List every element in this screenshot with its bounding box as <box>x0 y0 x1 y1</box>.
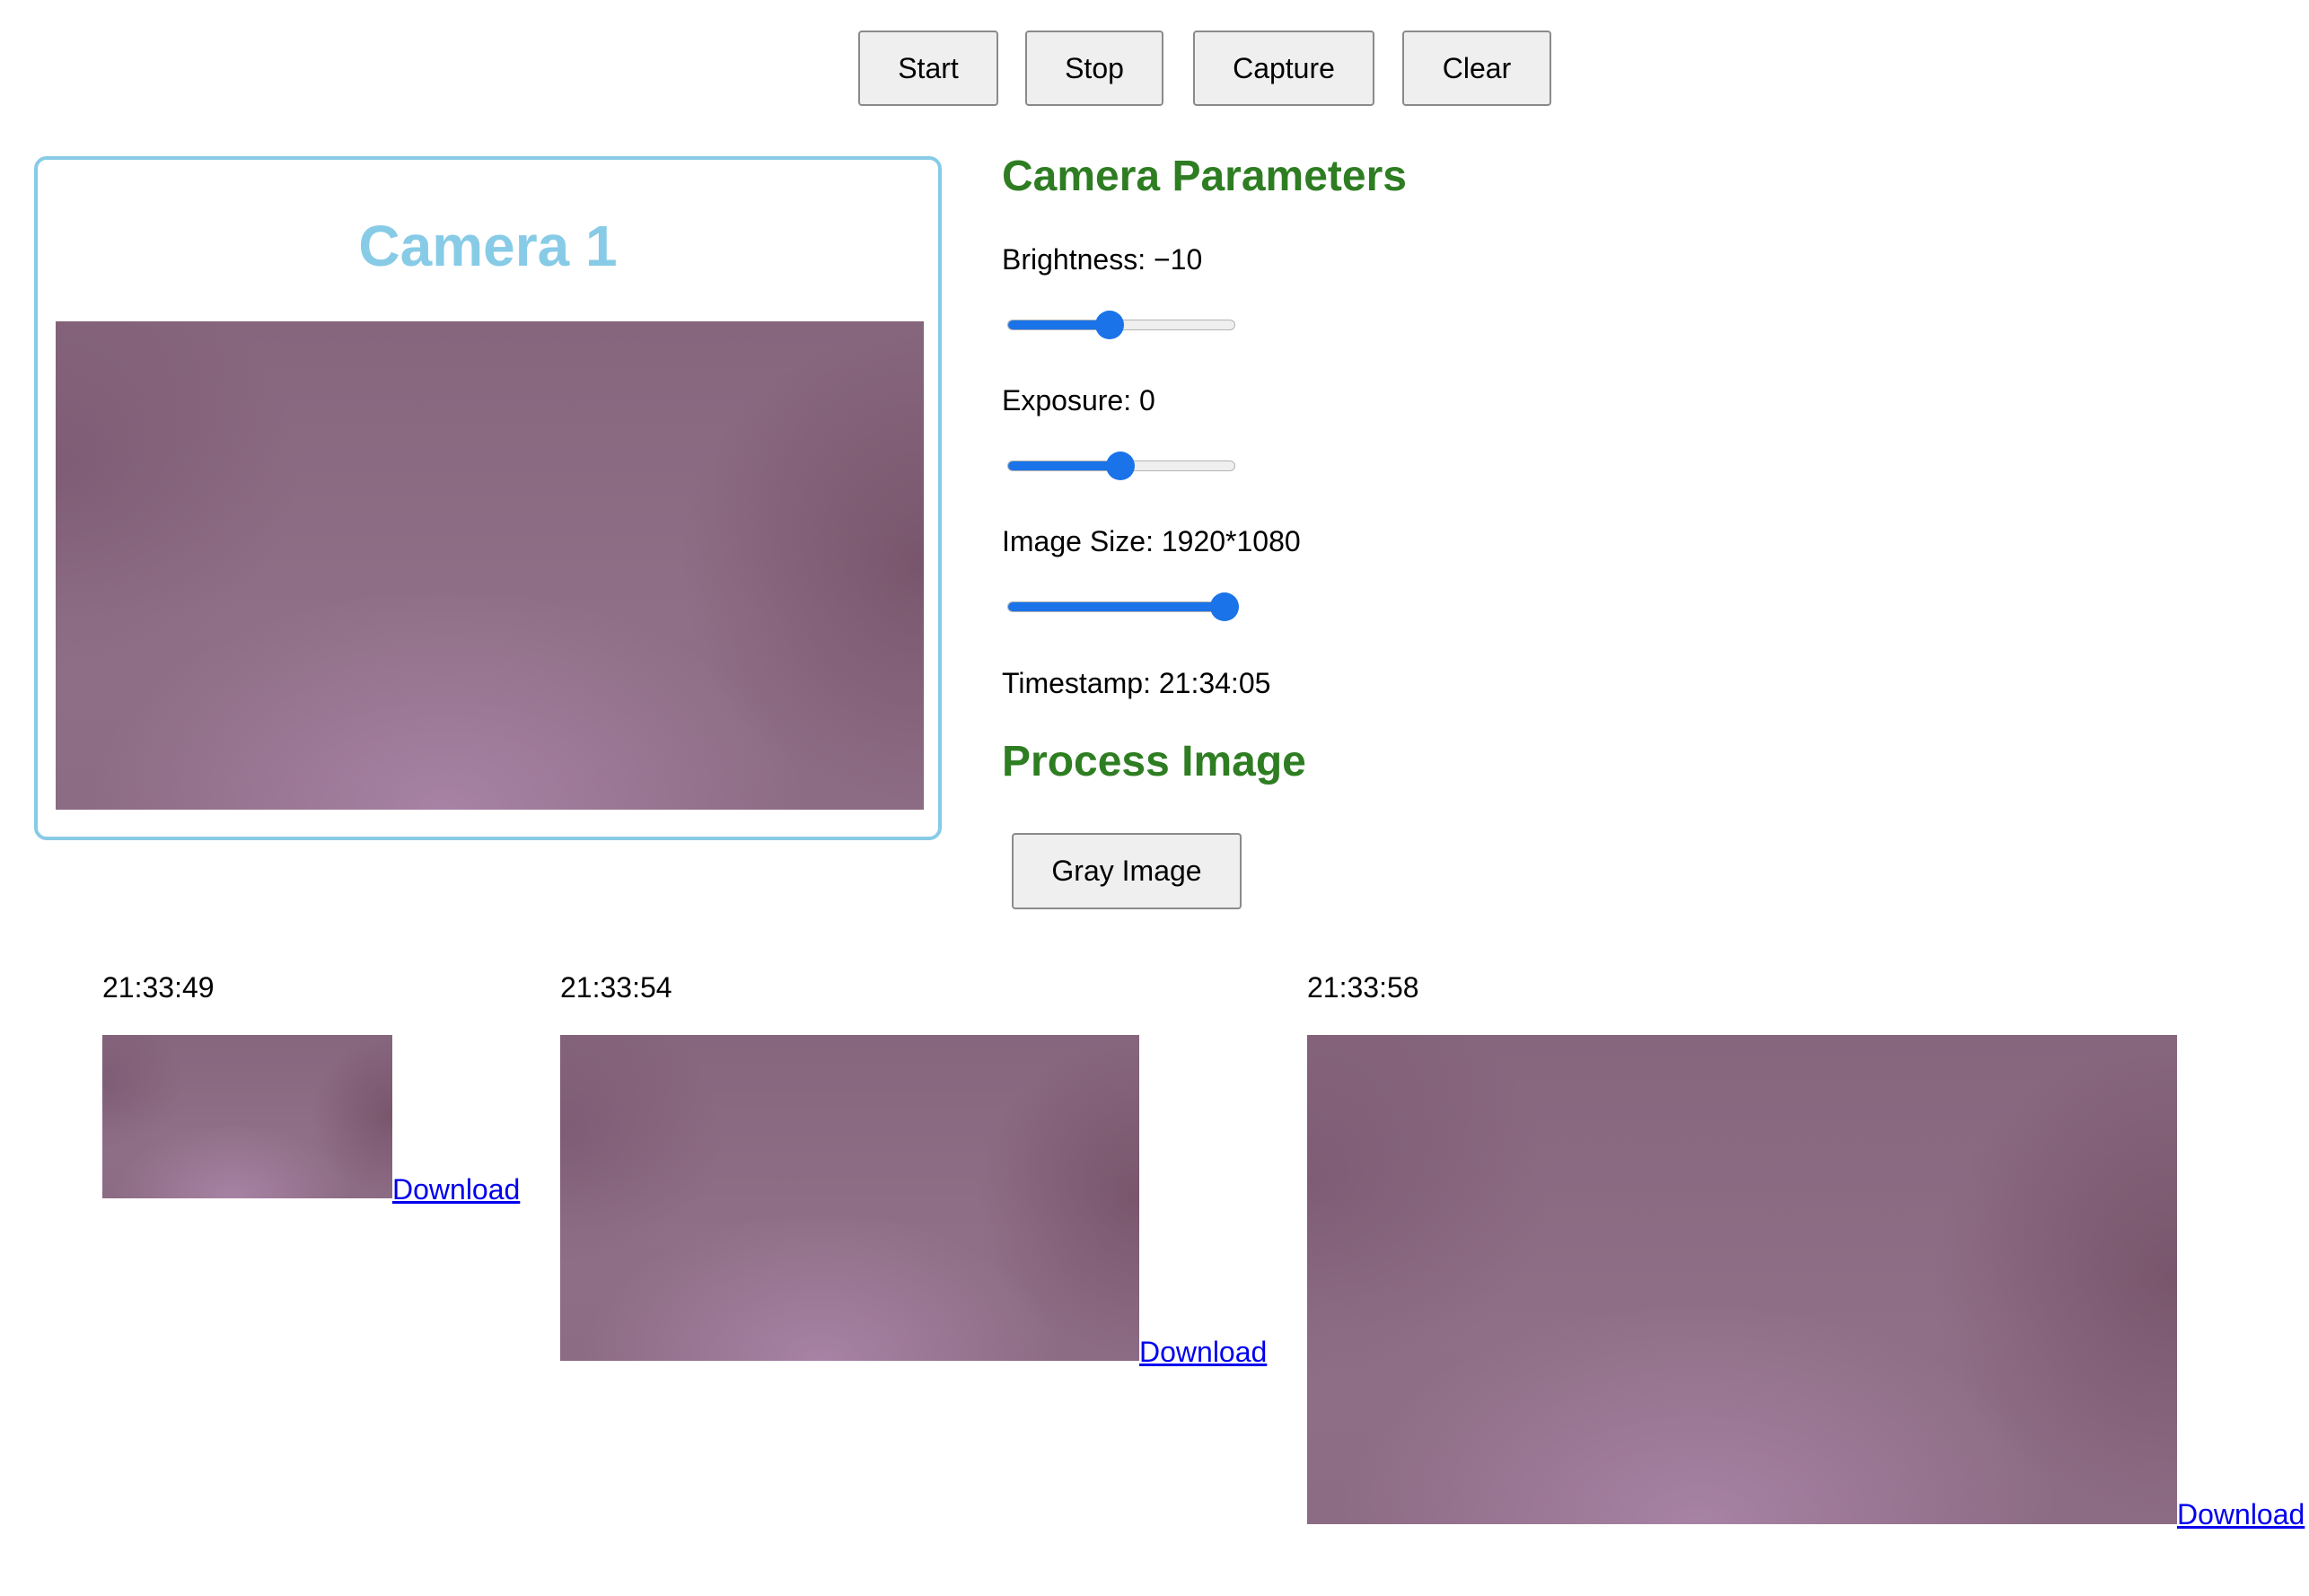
download-link[interactable]: Download <box>1139 1337 1267 1366</box>
slider-track <box>1007 601 1235 612</box>
capture-time: 21:33:49 <box>102 971 215 1004</box>
gray-image-button[interactable]: Gray Image <box>1012 833 1242 909</box>
brightness-slider[interactable] <box>1002 309 1239 341</box>
stop-button[interactable]: Stop <box>1025 31 1163 106</box>
captured-image <box>102 1035 392 1198</box>
download-link[interactable]: Download <box>392 1175 520 1204</box>
brightness-label: Brightness: −10 <box>1002 243 1203 276</box>
download-link[interactable]: Download <box>2177 1500 2305 1529</box>
slider-thumb[interactable] <box>1095 311 1125 339</box>
capture-time: 21:33:54 <box>560 971 672 1004</box>
image-size-label: Image Size: 1920*1080 <box>1002 525 1301 557</box>
slider-thumb[interactable] <box>1106 452 1135 480</box>
slider-fill <box>1008 602 1225 611</box>
exposure-slider[interactable] <box>1002 450 1239 482</box>
slider-thumb[interactable] <box>1210 592 1239 621</box>
camera-title: Camera 1 <box>358 214 618 278</box>
captured-image <box>1307 1035 2177 1524</box>
camera-card: Camera 1 <box>34 156 942 840</box>
start-button[interactable]: Start <box>858 31 998 106</box>
image-size-slider[interactable] <box>1002 591 1239 623</box>
exposure-label: Exposure: 0 <box>1002 384 1155 417</box>
camera-parameters-heading: Camera Parameters <box>1002 153 1407 200</box>
camera-video-feed <box>56 321 924 810</box>
timestamp-label: Timestamp: 21:34:05 <box>1002 667 1271 699</box>
process-image-heading: Process Image <box>1002 738 1306 785</box>
capture-button[interactable]: Capture <box>1193 31 1374 106</box>
capture-time: 21:33:58 <box>1307 971 1419 1004</box>
captured-image <box>560 1035 1139 1361</box>
slider-fill <box>1008 461 1121 470</box>
clear-button[interactable]: Clear <box>1402 31 1551 106</box>
